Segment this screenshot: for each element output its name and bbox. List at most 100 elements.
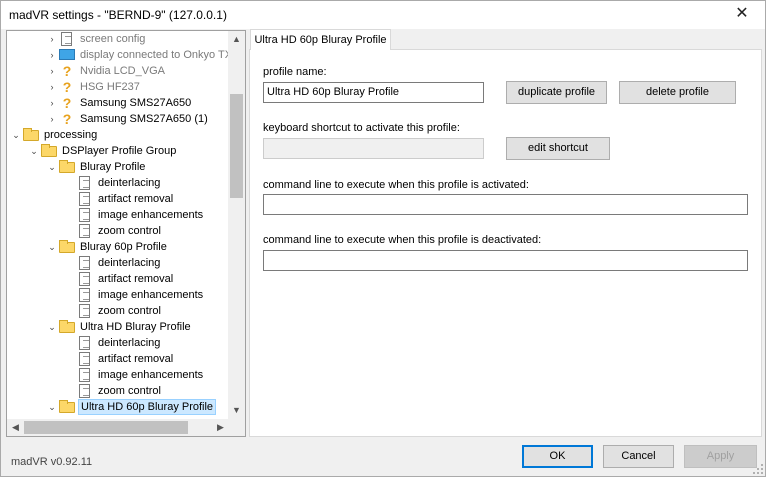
tree-item[interactable]: ⌄ DSPlayer Profile Group bbox=[7, 143, 229, 159]
tree-item-label: deinterlacing bbox=[98, 337, 161, 349]
doc-icon bbox=[79, 288, 90, 302]
tree-item-label: zoom control bbox=[98, 305, 161, 317]
tree-item-label: Nvidia LCD_VGA bbox=[80, 65, 165, 77]
vertical-scroll-thumb[interactable] bbox=[230, 94, 243, 198]
tree-item[interactable]: image enhancements bbox=[7, 207, 229, 223]
tree-item-label: screen config bbox=[80, 33, 146, 45]
tree-horizontal-scrollbar[interactable]: ◀ ▶ bbox=[7, 419, 229, 436]
tree-item[interactable]: ⌄ Ultra HD 60p Bluray Profile bbox=[7, 399, 229, 415]
scroll-down-icon[interactable]: ▼ bbox=[228, 402, 245, 419]
monitor-icon bbox=[59, 49, 75, 60]
delete-profile-button[interactable]: delete profile bbox=[619, 81, 736, 104]
folder-icon bbox=[59, 160, 75, 173]
question-icon: ? bbox=[62, 111, 72, 127]
tree-item[interactable]: zoom control bbox=[7, 303, 229, 319]
apply-button: Apply bbox=[684, 445, 757, 468]
doc-icon bbox=[79, 256, 90, 270]
tree-item[interactable]: ⌄ Bluray 60p Profile bbox=[7, 239, 229, 255]
folder-icon bbox=[59, 320, 75, 333]
collapse-chevron-icon[interactable]: ⌄ bbox=[47, 239, 57, 255]
tree-item[interactable]: deinterlacing bbox=[7, 335, 229, 351]
scroll-right-icon[interactable]: ▶ bbox=[212, 419, 229, 436]
tree-item[interactable]: artifact removal bbox=[7, 191, 229, 207]
tree-item[interactable]: ›? HSG HF237 bbox=[7, 79, 229, 95]
folder-icon bbox=[41, 144, 57, 157]
tree-item[interactable]: artifact removal bbox=[7, 351, 229, 367]
close-icon[interactable]: ✕ bbox=[719, 1, 765, 29]
doc-icon bbox=[79, 368, 90, 382]
folder-icon bbox=[59, 240, 75, 253]
tree-item-label: artifact removal bbox=[98, 193, 174, 205]
scroll-up-icon[interactable]: ▲ bbox=[228, 31, 245, 48]
tree-item[interactable]: ›? Nvidia LCD_VGA bbox=[7, 63, 229, 79]
expand-chevron-icon[interactable]: › bbox=[47, 63, 57, 79]
scroll-left-icon[interactable]: ◀ bbox=[7, 419, 24, 436]
tree-item-label: display connected to Onkyo TX-N bbox=[80, 49, 229, 61]
cmd-activated-label: command line to execute when this profil… bbox=[263, 179, 529, 191]
tree-item-label: processing bbox=[44, 129, 98, 141]
question-icon: ? bbox=[62, 63, 72, 79]
tab-profile[interactable]: Ultra HD 60p Bluray Profile bbox=[250, 29, 391, 50]
collapse-chevron-icon[interactable]: ⌄ bbox=[11, 127, 21, 143]
tree-item-label: artifact removal bbox=[98, 273, 174, 285]
cmd-deactivated-field[interactable] bbox=[263, 250, 748, 271]
edit-shortcut-button[interactable]: edit shortcut bbox=[506, 137, 610, 160]
duplicate-profile-button[interactable]: duplicate profile bbox=[506, 81, 607, 104]
tree-item[interactable]: ›? Samsung SMS27A650 bbox=[7, 95, 229, 111]
tree-item[interactable]: image enhancements bbox=[7, 287, 229, 303]
tree-item[interactable]: ›? Samsung SMS27A650 (1) bbox=[7, 111, 229, 127]
title-bar[interactable]: madVR settings - "BERND-9" (127.0.0.1) ✕ bbox=[1, 1, 765, 29]
expand-chevron-icon[interactable]: › bbox=[47, 47, 57, 63]
doc-icon bbox=[79, 176, 90, 190]
ok-button[interactable]: OK bbox=[522, 445, 593, 468]
tree-vertical-scrollbar[interactable]: ▲ ▼ bbox=[228, 31, 245, 419]
tree-item[interactable]: deinterlacing bbox=[7, 175, 229, 191]
tree-item[interactable]: zoom control bbox=[7, 383, 229, 399]
tree-item-label: DSPlayer Profile Group bbox=[62, 145, 177, 157]
cmd-deactivated-label: command line to execute when this profil… bbox=[263, 234, 542, 246]
tree-item[interactable]: image enhancements bbox=[7, 367, 229, 383]
doc-icon bbox=[79, 304, 90, 318]
tree-item-label: zoom control bbox=[98, 385, 161, 397]
tree-content: › screen config › display connected to Onky… bbox=[7, 31, 229, 419]
cmd-activated-field[interactable] bbox=[263, 194, 748, 215]
horizontal-scroll-thumb[interactable] bbox=[24, 421, 188, 434]
tree-item-label: Bluray 60p Profile bbox=[80, 241, 167, 253]
expand-chevron-icon[interactable]: › bbox=[47, 111, 57, 127]
expand-chevron-icon[interactable]: › bbox=[47, 95, 57, 111]
tree-item-label: Samsung SMS27A650 (1) bbox=[80, 113, 208, 125]
version-label: madVR v0.92.11 bbox=[11, 456, 93, 468]
tree-item[interactable]: ⌄ Ultra HD Bluray Profile bbox=[7, 319, 229, 335]
tree-item-label: Bluray Profile bbox=[80, 161, 146, 173]
doc-icon bbox=[79, 336, 90, 350]
collapse-chevron-icon[interactable]: ⌄ bbox=[29, 143, 39, 159]
resize-grip-icon[interactable] bbox=[753, 464, 763, 474]
tree-item[interactable]: artifact removal bbox=[7, 271, 229, 287]
tree-item-label: Samsung SMS27A650 bbox=[80, 97, 192, 109]
collapse-chevron-icon[interactable]: ⌄ bbox=[47, 399, 57, 415]
tree-item-label: deinterlacing bbox=[98, 177, 161, 189]
doc-icon bbox=[79, 352, 90, 366]
tree-item[interactable]: › display connected to Onkyo TX-N bbox=[7, 47, 229, 63]
doc-icon bbox=[79, 224, 90, 238]
cancel-button[interactable]: Cancel bbox=[603, 445, 674, 468]
expand-chevron-icon[interactable]: › bbox=[47, 79, 57, 95]
tree-item[interactable]: zoom control bbox=[7, 223, 229, 239]
settings-window: madVR settings - "BERND-9" (127.0.0.1) ✕… bbox=[0, 0, 766, 477]
collapse-chevron-icon[interactable]: ⌄ bbox=[47, 319, 57, 335]
scrollbar-corner bbox=[228, 419, 245, 436]
expand-chevron-icon[interactable]: › bbox=[47, 31, 57, 47]
question-icon: ? bbox=[62, 95, 72, 111]
collapse-chevron-icon[interactable]: ⌄ bbox=[47, 159, 57, 175]
tree-item-label: HSG HF237 bbox=[80, 81, 140, 93]
tree-item[interactable]: deinterlacing bbox=[7, 255, 229, 271]
doc-icon bbox=[79, 272, 90, 286]
settings-tree[interactable]: › screen config › display connected to Onky… bbox=[6, 30, 246, 437]
profile-name-field[interactable]: Ultra HD 60p Bluray Profile bbox=[263, 82, 484, 103]
tree-item[interactable]: ⌄ Bluray Profile bbox=[7, 159, 229, 175]
tree-item[interactable]: ⌄ processing bbox=[7, 127, 229, 143]
doc-icon bbox=[79, 192, 90, 206]
tree-item-label: image enhancements bbox=[98, 209, 204, 221]
tree-item-label: image enhancements bbox=[98, 369, 204, 381]
tree-item[interactable]: › screen config bbox=[7, 31, 229, 47]
